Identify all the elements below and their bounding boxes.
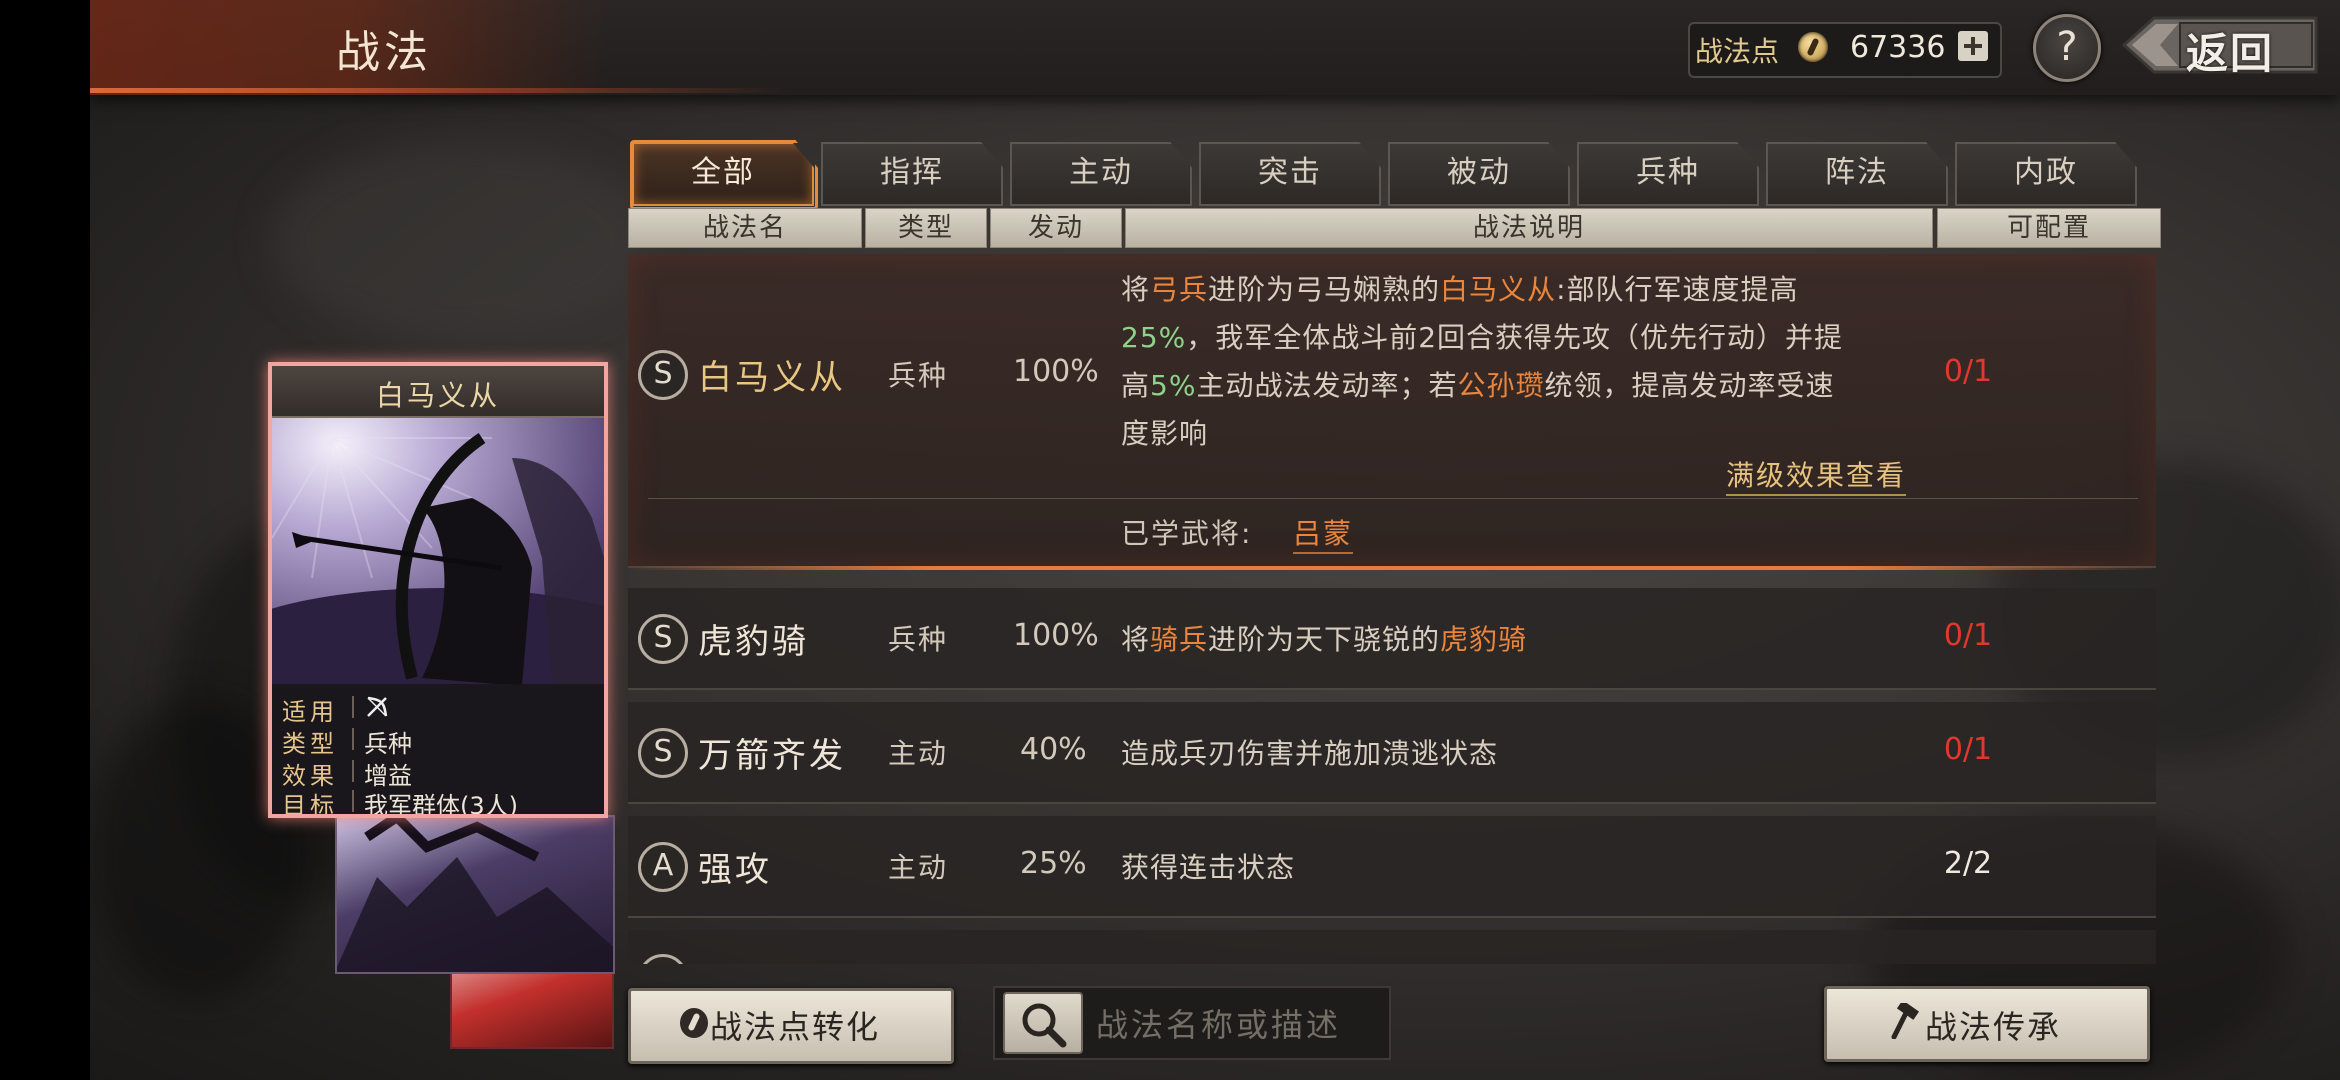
card-info-row: 目标 我军群体(3人): [282, 790, 518, 818]
skill-name: 强攻: [698, 850, 772, 890]
card-info-row: 类型 兵种: [282, 728, 412, 758]
search-icon: [1022, 1003, 1067, 1048]
help-button[interactable]: ?: [2033, 14, 2101, 82]
skill-description-line-2: 25%，我军全体战斗前2回合获得先攻（优先行动）并提: [1121, 321, 1844, 354]
col-header-rate[interactable]: 发动: [990, 208, 1122, 248]
col-header-type[interactable]: 类型: [865, 208, 987, 248]
skill-points-value: 67336: [1850, 30, 1946, 65]
skill-type: 兵种: [888, 623, 949, 656]
add-points-button[interactable]: [1958, 31, 1988, 61]
tab-all-highlight: [630, 140, 818, 210]
skill-card-stacked: [335, 815, 615, 974]
card-info-row: 效果 增益: [282, 760, 412, 790]
selected-row-glow: [628, 566, 2156, 570]
col-header-description: 战法说明: [1125, 208, 1933, 248]
search-button[interactable]: [1003, 992, 1083, 1054]
skill-rate: 40%: [1020, 732, 1087, 767]
skill-points-coin-icon: [1798, 32, 1828, 62]
tab-passive[interactable]: 被动: [1388, 142, 1570, 206]
grade-badge: S: [638, 728, 688, 778]
skill-row-partial[interactable]: [628, 930, 2156, 964]
col-header-configurable[interactable]: 可配置: [1937, 208, 2161, 248]
tab-formation[interactable]: 阵法: [1766, 142, 1948, 206]
tab-internal-affairs[interactable]: 内政: [1955, 142, 2137, 206]
skill-row[interactable]: A 强攻 主动 25% 获得连击状态 2/2: [628, 816, 2156, 918]
skill-list: S 白马义从 兵种 100% 将弓兵进阶为弓马娴熟的白马义从:部队行军速度提高 …: [628, 254, 2156, 964]
skill-rate: 25%: [1020, 846, 1087, 881]
skill-rate: 100%: [1013, 618, 1099, 653]
skills-screen: 战法 战法点 67336 ? 返回 全部 指挥 主动 突击 被动 兵种 阵法 内…: [0, 0, 2340, 1080]
skill-type: 主动: [888, 851, 949, 884]
search-placeholder: 战法名称或描述: [1096, 1006, 1342, 1044]
skill-card-preview: 白马义从 适用 类型 兵种 效果 增益 目标 我军群体(3人): [268, 362, 608, 818]
card-art-icon: [337, 817, 613, 972]
skill-name: 虎豹骑: [698, 622, 809, 662]
tab-troop-type[interactable]: 兵种: [1577, 142, 1759, 206]
skill-name: 白马义从: [698, 358, 846, 398]
skill-name: 万箭齐发: [698, 736, 846, 776]
convert-points-label: 战法点转化: [710, 1008, 881, 1046]
grade-badge: S: [638, 350, 688, 400]
skill-row[interactable]: S 万箭齐发 主动 40% 造成兵刃伤害并施加溃逃状态 0/1: [628, 702, 2156, 804]
skill-description: 获得连击状态: [1121, 851, 1296, 884]
archer-art-icon: [272, 418, 604, 686]
top-bar-accent: [90, 88, 790, 93]
tab-active-skill[interactable]: 主动: [1010, 142, 1192, 206]
skill-description-line-3: 高5%主动战法发动率；若公孙瓒统领，提高发动率受速: [1121, 369, 1835, 402]
grade-badge: S: [638, 614, 688, 664]
back-button[interactable]: 返回: [2120, 14, 2320, 78]
skill-type: 主动: [888, 737, 949, 770]
skill-count: 0/1: [1943, 618, 1993, 653]
skill-points-label: 战法点: [1695, 35, 1780, 68]
bow-crossed-icon: [367, 696, 388, 717]
skill-rate: 100%: [1013, 354, 1099, 389]
skill-row-selected[interactable]: S 白马义从 兵种 100% 将弓兵进阶为弓马娴熟的白马义从:部队行军速度提高 …: [628, 254, 2156, 568]
grade-badge: [638, 954, 688, 964]
tab-assault[interactable]: 突击: [1199, 142, 1381, 206]
back-label: 返回: [2186, 29, 2275, 78]
skill-type: 兵种: [888, 359, 949, 392]
tab-command[interactable]: 指挥: [821, 142, 1003, 206]
card-info-row: 适用: [272, 692, 604, 726]
learned-generals-label: 已学武将:: [1121, 517, 1253, 550]
row-divider: [648, 498, 2138, 499]
skill-description-line-1: 将弓兵进阶为弓马娴熟的白马义从:部队行军速度提高: [1121, 273, 1799, 306]
skill-count: 0/1: [1943, 354, 1993, 389]
hammer-icon: [1891, 1003, 1920, 1039]
skill-description: 将骑兵进阶为天下骁锐的虎豹骑: [1121, 623, 1528, 656]
skill-count: 2/2: [1943, 846, 1993, 881]
skill-description: 造成兵刃伤害并施加溃逃状态: [1121, 737, 1499, 770]
page-title: 战法: [336, 27, 432, 78]
full-effect-link[interactable]: 满级效果查看: [1726, 454, 1907, 496]
learned-general-link[interactable]: 吕蒙: [1293, 512, 1354, 554]
grade-badge: A: [638, 842, 688, 892]
card-title: 白马义从: [375, 379, 500, 412]
skill-description-line-4: 度影响: [1121, 417, 1209, 450]
inherit-skill-label: 战法传承: [1925, 1008, 2062, 1046]
skill-row[interactable]: S 虎豹骑 兵种 100% 将骑兵进阶为天下骁锐的虎豹骑 0/1: [628, 588, 2156, 690]
skill-count: 0/1: [1943, 732, 1993, 767]
col-header-name[interactable]: 战法名: [628, 208, 862, 248]
skill-points-coin-icon: [680, 1008, 708, 1038]
